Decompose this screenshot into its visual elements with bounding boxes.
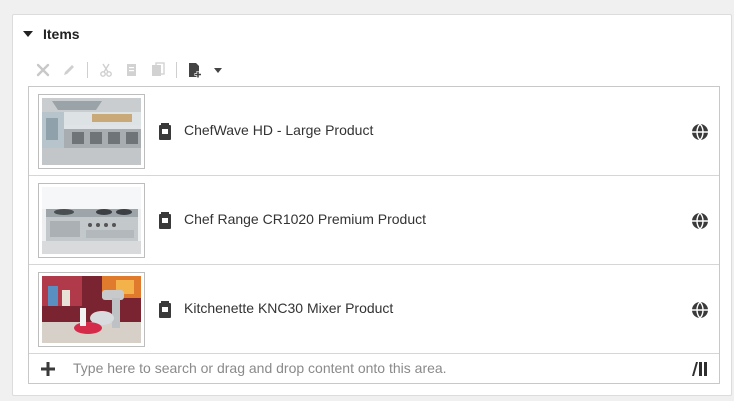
item-title[interactable]: ChefWave HD - Large Product <box>184 122 373 138</box>
toolbar-divider <box>176 62 177 78</box>
panel-header[interactable]: Items <box>23 24 80 44</box>
toolbar-divider <box>87 62 88 78</box>
library-icon[interactable] <box>690 360 708 378</box>
list-item[interactable]: Kitchenette KNC30 Mixer Product <box>29 265 719 354</box>
dropdown-caret-icon[interactable] <box>211 60 225 80</box>
copy-icon[interactable] <box>122 60 142 80</box>
paste-icon[interactable] <box>148 60 168 80</box>
add-icon[interactable] <box>40 361 56 377</box>
cut-icon[interactable] <box>96 60 116 80</box>
add-document-icon[interactable] <box>185 60 205 80</box>
toolbar <box>33 59 225 81</box>
item-title[interactable]: Kitchenette KNC30 Mixer Product <box>184 300 393 316</box>
product-icon <box>158 301 172 319</box>
stand-mixer-photo <box>42 276 141 343</box>
search-input[interactable] <box>71 357 671 379</box>
thumbnail-image[interactable] <box>38 272 145 347</box>
search-drop-bar <box>29 354 719 383</box>
items-list: ChefWave HD - Large Product Chef Range C… <box>28 86 720 384</box>
globe-icon[interactable] <box>691 123 709 141</box>
thumbnail-image[interactable] <box>38 183 145 258</box>
items-panel: Items ChefWave HD - Large Product Chef R… <box>12 14 732 396</box>
globe-icon[interactable] <box>691 212 709 230</box>
edit-icon[interactable] <box>59 60 79 80</box>
product-icon <box>158 212 172 230</box>
panel-title: Items <box>43 26 80 42</box>
collapse-caret-icon[interactable] <box>23 31 33 37</box>
item-title[interactable]: Chef Range CR1020 Premium Product <box>184 211 426 227</box>
range-cooker-photo <box>42 187 141 254</box>
delete-icon[interactable] <box>33 60 53 80</box>
globe-icon[interactable] <box>691 301 709 319</box>
thumbnail-image[interactable] <box>38 94 145 169</box>
product-icon <box>158 123 172 141</box>
list-item[interactable]: ChefWave HD - Large Product <box>29 87 719 176</box>
list-item[interactable]: Chef Range CR1020 Premium Product <box>29 176 719 265</box>
commercial-kitchen-photo <box>42 98 141 165</box>
